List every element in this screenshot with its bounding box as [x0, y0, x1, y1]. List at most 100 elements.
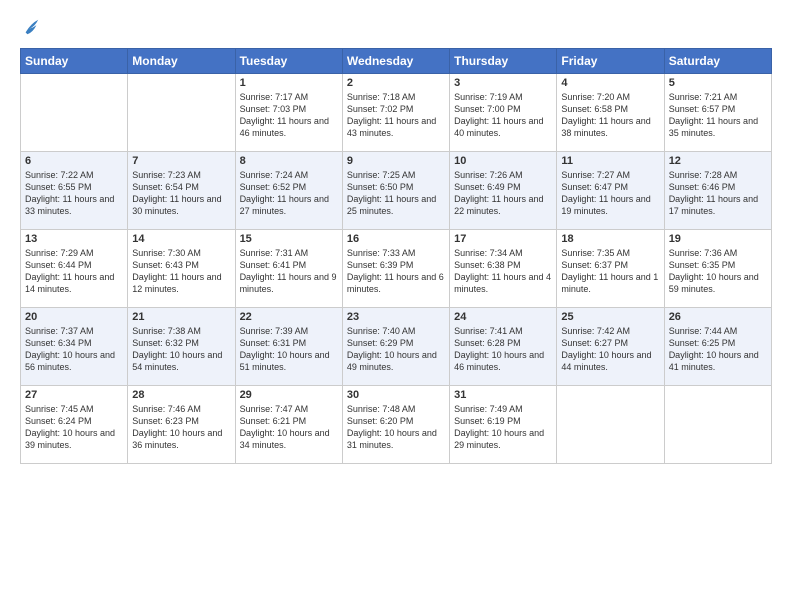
col-header-tuesday: Tuesday	[235, 49, 342, 74]
calendar-cell: 5 Sunrise: 7:21 AM Sunset: 6:57 PM Daylig…	[664, 74, 771, 152]
day-info: Sunrise: 7:45 AM Sunset: 6:24 PM Dayligh…	[25, 403, 123, 452]
day-number: 9	[347, 155, 445, 167]
day-number: 30	[347, 389, 445, 401]
calendar-cell: 2 Sunrise: 7:18 AM Sunset: 7:02 PM Daylig…	[342, 74, 449, 152]
logo	[20, 16, 40, 38]
calendar-cell	[21, 74, 128, 152]
page: SundayMondayTuesdayWednesdayThursdayFrid…	[0, 0, 792, 612]
day-info: Sunrise: 7:34 AM Sunset: 6:38 PM Dayligh…	[454, 247, 552, 296]
day-info: Sunrise: 7:25 AM Sunset: 6:50 PM Dayligh…	[347, 169, 445, 218]
day-info: Sunrise: 7:48 AM Sunset: 6:20 PM Dayligh…	[347, 403, 445, 452]
day-number: 28	[132, 389, 230, 401]
calendar-cell: 25Sunrise: 7:42 AM Sunset: 6:27 PM Dayli…	[557, 308, 664, 386]
calendar-cell: 16Sunrise: 7:33 AM Sunset: 6:39 PM Dayli…	[342, 230, 449, 308]
day-info: Sunrise: 7:24 AM Sunset: 6:52 PM Dayligh…	[240, 169, 338, 218]
calendar-cell: 9 Sunrise: 7:25 AM Sunset: 6:50 PM Daylig…	[342, 152, 449, 230]
day-number: 14	[132, 233, 230, 245]
day-info: Sunrise: 7:28 AM Sunset: 6:46 PM Dayligh…	[669, 169, 767, 218]
calendar-cell: 24 Sunrise: 7:41 AM Sunset: 6:28 PM Dayli…	[450, 308, 557, 386]
calendar-cell	[664, 386, 771, 464]
day-number: 24	[454, 311, 552, 323]
day-number: 7	[132, 155, 230, 167]
day-info: Sunrise: 7:41 AM Sunset: 6:28 PM Dayligh…	[454, 325, 552, 374]
day-number: 13	[25, 233, 123, 245]
day-number: 5	[669, 77, 767, 89]
day-info: Sunrise: 7:40 AM Sunset: 6:29 PM Dayligh…	[347, 325, 445, 374]
day-number: 1	[240, 77, 338, 89]
calendar-week-row: 1 Sunrise: 7:17 AM Sunset: 7:03 PM Daylig…	[21, 74, 772, 152]
calendar-cell: 15Sunrise: 7:31 AM Sunset: 6:41 PM Dayli…	[235, 230, 342, 308]
calendar-week-row: 20 Sunrise: 7:37 AM Sunset: 6:34 PM Dayli…	[21, 308, 772, 386]
day-info: Sunrise: 7:26 AM Sunset: 6:49 PM Dayligh…	[454, 169, 552, 218]
calendar-header-row: SundayMondayTuesdayWednesdayThursdayFrid…	[21, 49, 772, 74]
day-info: Sunrise: 7:49 AM Sunset: 6:19 PM Dayligh…	[454, 403, 552, 452]
logo-bird-icon	[22, 16, 40, 38]
col-header-friday: Friday	[557, 49, 664, 74]
col-header-wednesday: Wednesday	[342, 49, 449, 74]
day-info: Sunrise: 7:39 AM Sunset: 6:31 PM Dayligh…	[240, 325, 338, 374]
day-number: 6	[25, 155, 123, 167]
day-number: 22	[240, 311, 338, 323]
calendar-cell: 28 Sunrise: 7:46 AM Sunset: 6:23 PM Dayli…	[128, 386, 235, 464]
day-number: 3	[454, 77, 552, 89]
calendar-cell: 1 Sunrise: 7:17 AM Sunset: 7:03 PM Daylig…	[235, 74, 342, 152]
day-number: 27	[25, 389, 123, 401]
day-info: Sunrise: 7:27 AM Sunset: 6:47 PM Dayligh…	[561, 169, 659, 218]
day-number: 12	[669, 155, 767, 167]
header	[20, 16, 772, 38]
day-number: 20	[25, 311, 123, 323]
day-info: Sunrise: 7:18 AM Sunset: 7:02 PM Dayligh…	[347, 91, 445, 140]
day-info: Sunrise: 7:22 AM Sunset: 6:55 PM Dayligh…	[25, 169, 123, 218]
calendar-cell: 23 Sunrise: 7:40 AM Sunset: 6:29 PM Dayli…	[342, 308, 449, 386]
calendar-cell	[557, 386, 664, 464]
calendar-cell: 27 Sunrise: 7:45 AM Sunset: 6:24 PM Dayli…	[21, 386, 128, 464]
day-number: 8	[240, 155, 338, 167]
calendar-cell	[128, 74, 235, 152]
calendar-cell: 4Sunrise: 7:20 AM Sunset: 6:58 PM Daylig…	[557, 74, 664, 152]
day-info: Sunrise: 7:37 AM Sunset: 6:34 PM Dayligh…	[25, 325, 123, 374]
day-info: Sunrise: 7:44 AM Sunset: 6:25 PM Dayligh…	[669, 325, 767, 374]
col-header-saturday: Saturday	[664, 49, 771, 74]
day-info: Sunrise: 7:36 AM Sunset: 6:35 PM Dayligh…	[669, 247, 767, 296]
calendar-table: SundayMondayTuesdayWednesdayThursdayFrid…	[20, 48, 772, 464]
day-number: 2	[347, 77, 445, 89]
calendar-cell: 19 Sunrise: 7:36 AM Sunset: 6:35 PM Dayli…	[664, 230, 771, 308]
day-info: Sunrise: 7:20 AM Sunset: 6:58 PM Dayligh…	[561, 91, 659, 140]
calendar-cell: 12 Sunrise: 7:28 AM Sunset: 6:46 PM Dayli…	[664, 152, 771, 230]
day-info: Sunrise: 7:38 AM Sunset: 6:32 PM Dayligh…	[132, 325, 230, 374]
day-number: 11	[561, 155, 659, 167]
calendar-cell: 13 Sunrise: 7:29 AM Sunset: 6:44 PM Dayli…	[21, 230, 128, 308]
calendar-week-row: 27 Sunrise: 7:45 AM Sunset: 6:24 PM Dayli…	[21, 386, 772, 464]
calendar-week-row: 13 Sunrise: 7:29 AM Sunset: 6:44 PM Dayli…	[21, 230, 772, 308]
day-number: 29	[240, 389, 338, 401]
day-number: 19	[669, 233, 767, 245]
day-number: 23	[347, 311, 445, 323]
day-info: Sunrise: 7:35 AM Sunset: 6:37 PM Dayligh…	[561, 247, 659, 296]
col-header-thursday: Thursday	[450, 49, 557, 74]
day-number: 17	[454, 233, 552, 245]
day-number: 26	[669, 311, 767, 323]
day-info: Sunrise: 7:47 AM Sunset: 6:21 PM Dayligh…	[240, 403, 338, 452]
calendar-cell: 29 Sunrise: 7:47 AM Sunset: 6:21 PM Dayli…	[235, 386, 342, 464]
day-number: 21	[132, 311, 230, 323]
day-info: Sunrise: 7:31 AM Sunset: 6:41 PM Dayligh…	[240, 247, 338, 296]
calendar-cell: 10 Sunrise: 7:26 AM Sunset: 6:49 PM Dayli…	[450, 152, 557, 230]
calendar-cell: 20 Sunrise: 7:37 AM Sunset: 6:34 PM Dayli…	[21, 308, 128, 386]
calendar-cell: 6 Sunrise: 7:22 AM Sunset: 6:55 PM Daylig…	[21, 152, 128, 230]
day-info: Sunrise: 7:19 AM Sunset: 7:00 PM Dayligh…	[454, 91, 552, 140]
calendar-cell: 7Sunrise: 7:23 AM Sunset: 6:54 PM Daylig…	[128, 152, 235, 230]
calendar-week-row: 6 Sunrise: 7:22 AM Sunset: 6:55 PM Daylig…	[21, 152, 772, 230]
day-number: 10	[454, 155, 552, 167]
day-info: Sunrise: 7:29 AM Sunset: 6:44 PM Dayligh…	[25, 247, 123, 296]
calendar-cell: 26 Sunrise: 7:44 AM Sunset: 6:25 PM Dayli…	[664, 308, 771, 386]
col-header-monday: Monday	[128, 49, 235, 74]
calendar-cell: 22 Sunrise: 7:39 AM Sunset: 6:31 PM Dayli…	[235, 308, 342, 386]
calendar-cell: 30 Sunrise: 7:48 AM Sunset: 6:20 PM Dayli…	[342, 386, 449, 464]
day-number: 25	[561, 311, 659, 323]
day-info: Sunrise: 7:17 AM Sunset: 7:03 PM Dayligh…	[240, 91, 338, 140]
calendar-cell: 3 Sunrise: 7:19 AM Sunset: 7:00 PM Daylig…	[450, 74, 557, 152]
day-info: Sunrise: 7:21 AM Sunset: 6:57 PM Dayligh…	[669, 91, 767, 140]
day-info: Sunrise: 7:46 AM Sunset: 6:23 PM Dayligh…	[132, 403, 230, 452]
calendar-cell: 8 Sunrise: 7:24 AM Sunset: 6:52 PM Daylig…	[235, 152, 342, 230]
calendar-cell: 31Sunrise: 7:49 AM Sunset: 6:19 PM Dayli…	[450, 386, 557, 464]
